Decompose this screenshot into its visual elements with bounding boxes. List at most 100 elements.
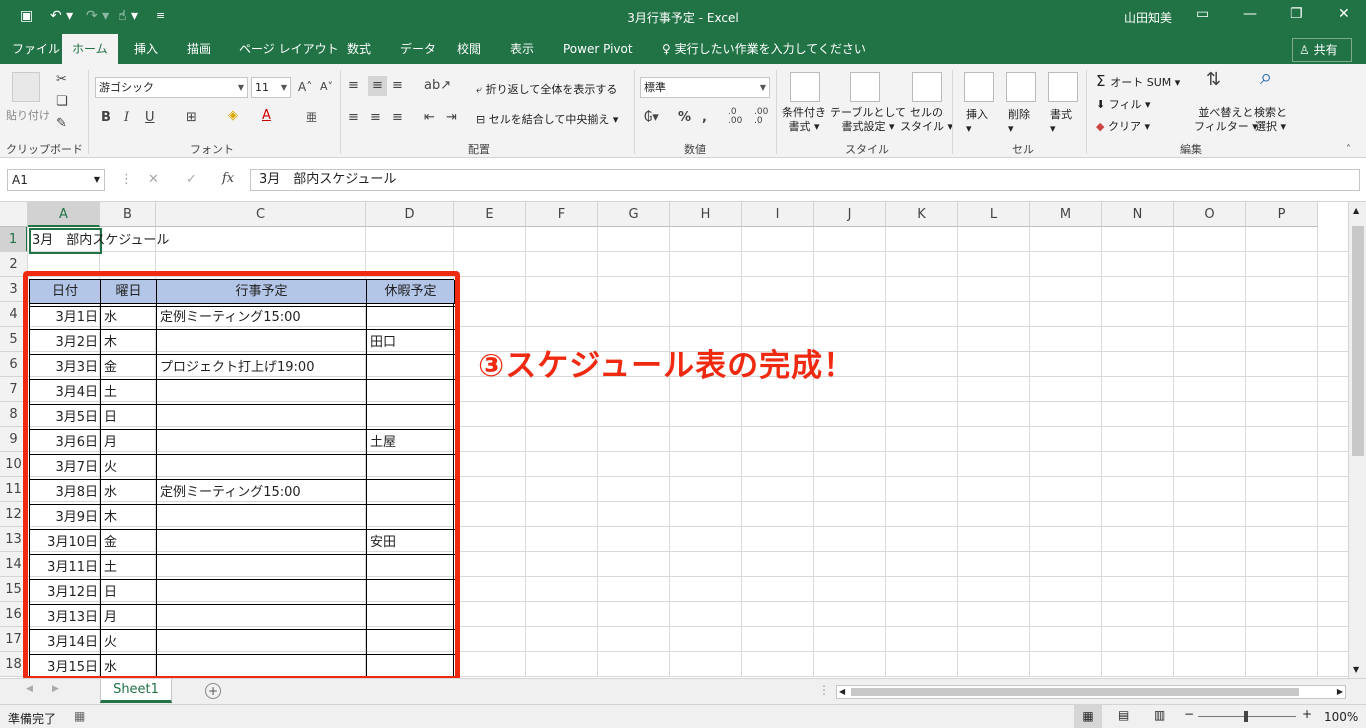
tab-file[interactable]: ファイル [12, 34, 60, 64]
column-header-n[interactable]: N [1102, 202, 1174, 227]
column-header-b[interactable]: B [100, 202, 156, 227]
maximize-icon[interactable]: ❐ [1290, 6, 1303, 22]
sort-filter-icon[interactable]: ⇅ [1206, 71, 1221, 89]
add-sheet-icon[interactable]: + [205, 683, 221, 699]
format-as-table-button[interactable]: テーブルとして 書式設定 ▾ [830, 106, 906, 134]
scroll-down-icon[interactable]: ▼ [1353, 665, 1359, 674]
horizontal-scrollbar[interactable]: ◀ ▶ [836, 685, 1346, 699]
formula-input[interactable]: 3月 部内スケジュール [250, 169, 1360, 191]
zoom-level[interactable]: 100% [1324, 710, 1358, 724]
column-header-j[interactable]: J [814, 202, 886, 227]
split-handle-icon[interactable]: ⋮ [818, 683, 830, 697]
column-header-a[interactable]: A [28, 202, 100, 227]
font-name-combo[interactable]: 游ゴシック ▼ [95, 77, 248, 98]
column-header-p[interactable]: P [1246, 202, 1318, 227]
delete-cells-icon[interactable] [1006, 72, 1036, 102]
clipboard-icon[interactable] [12, 72, 40, 102]
column-header-k[interactable]: K [886, 202, 958, 227]
tab-home[interactable]: ホーム [62, 34, 118, 64]
format-as-table-icon[interactable] [850, 72, 880, 102]
orientation-icon[interactable]: ab↗ [424, 78, 451, 94]
tab-draw[interactable]: 描画 [187, 34, 211, 64]
normal-view-icon[interactable]: ▦ [1074, 705, 1102, 728]
font-color-icon[interactable]: A [262, 108, 271, 124]
next-sheet-icon[interactable]: ▶ [52, 684, 59, 694]
column-header-d[interactable]: D [366, 202, 454, 227]
name-box[interactable]: A1 ▼ [7, 169, 105, 191]
merge-center-button[interactable]: ⊟ セルを結合して中央揃え ▾ [476, 111, 618, 127]
increase-font-icon[interactable]: A˄ [298, 79, 312, 95]
copy-icon[interactable]: ❏ [56, 94, 68, 110]
phonetic-guide-icon[interactable]: 亜 [306, 110, 317, 126]
prev-sheet-icon[interactable]: ◀ [26, 684, 33, 694]
horizontal-scroll-thumb[interactable] [851, 688, 1299, 696]
cell-styles-icon[interactable] [912, 72, 942, 102]
italic-button[interactable]: I [124, 110, 129, 126]
number-format-combo[interactable]: 標準 ▼ [640, 77, 770, 98]
column-header-e[interactable]: E [454, 202, 526, 227]
decrease-font-icon[interactable]: A˅ [320, 79, 333, 95]
align-left-icon[interactable]: ≡ [348, 110, 359, 126]
currency-icon[interactable]: ₲▾ [644, 110, 659, 126]
format-painter-icon[interactable]: ✎ [56, 116, 67, 132]
vertical-scroll-thumb[interactable] [1352, 226, 1364, 456]
tab-review[interactable]: 校閲 [457, 34, 481, 64]
format-cells-icon[interactable] [1048, 72, 1078, 102]
format-cells-button[interactable]: 書式 ▾ [1050, 106, 1072, 135]
tab-page-layout[interactable]: ページ レイアウト [239, 34, 339, 64]
page-layout-view-icon[interactable]: ▤ [1118, 708, 1129, 722]
enter-icon[interactable]: ✓ [186, 172, 197, 188]
column-header-i[interactable]: I [742, 202, 814, 227]
minimize-icon[interactable]: — [1243, 6, 1257, 22]
cell-styles-button[interactable]: セルの スタイル ▾ [900, 106, 953, 134]
zoom-slider-thumb[interactable] [1244, 711, 1248, 722]
tab-data[interactable]: データ [400, 34, 436, 64]
bold-button[interactable]: B [101, 110, 111, 126]
tab-power-pivot[interactable]: Power Pivot [563, 34, 633, 64]
page-break-view-icon[interactable]: ▥ [1154, 708, 1165, 722]
comma-style-icon[interactable]: , [702, 110, 707, 126]
find-select-button[interactable]: 検索と 選択 ▾ [1254, 106, 1287, 134]
wrap-text-button[interactable]: ⤶ 折り返して全体を表示する [476, 81, 617, 97]
vertical-scrollbar[interactable]: ▲ ▼ [1348, 202, 1366, 678]
align-bottom-icon[interactable]: ≡ [392, 78, 403, 94]
column-header-m[interactable]: M [1030, 202, 1102, 227]
align-top-icon[interactable]: ≡ [348, 78, 359, 94]
increase-indent-icon[interactable]: ⇥ [446, 110, 457, 126]
scroll-left-icon[interactable]: ◀ [839, 687, 845, 696]
tab-formulas[interactable]: 数式 [347, 34, 371, 64]
zoom-out-icon[interactable]: − [1184, 707, 1194, 721]
delete-cells-button[interactable]: 削除 ▾ [1008, 106, 1030, 135]
column-header-g[interactable]: G [598, 202, 670, 227]
find-icon[interactable]: ⌕ [1260, 67, 1272, 89]
insert-cells-icon[interactable] [964, 72, 994, 102]
tell-me-box[interactable]: ♀ 実行したい作業を入力してください [662, 34, 866, 64]
align-middle-icon[interactable]: ≡ [368, 76, 387, 96]
sort-filter-button[interactable]: 並べ替えと フィルター ▾ [1194, 106, 1258, 134]
tab-insert[interactable]: 挿入 [134, 34, 158, 64]
paste-button[interactable]: 貼り付け [6, 107, 50, 123]
align-center-icon[interactable]: ≡ [370, 110, 381, 126]
align-right-icon[interactable]: ≡ [392, 110, 403, 126]
column-header-h[interactable]: H [670, 202, 742, 227]
decrease-indent-icon[interactable]: ⇤ [424, 110, 435, 126]
autosum-button[interactable]: Σ オート SUM ▾ [1096, 72, 1180, 90]
fill-color-icon[interactable]: ◈ [228, 108, 238, 124]
insert-cells-button[interactable]: 挿入 ▾ [966, 106, 988, 135]
conditional-format-button[interactable]: 条件付き 書式 ▾ [782, 106, 826, 134]
macro-record-icon[interactable]: ▦ [74, 709, 85, 723]
share-button[interactable]: ♙ 共有 [1292, 38, 1352, 62]
underline-button[interactable]: U [145, 110, 155, 126]
select-all-corner[interactable] [0, 202, 28, 227]
percent-button[interactable]: % [678, 110, 691, 126]
fill-button[interactable]: ⬇ フィル ▾ [1096, 96, 1151, 112]
zoom-in-icon[interactable]: + [1302, 707, 1312, 721]
column-header-o[interactable]: O [1174, 202, 1246, 227]
scroll-up-icon[interactable]: ▲ [1353, 206, 1359, 215]
tab-view[interactable]: 表示 [510, 34, 534, 64]
cell-a1[interactable]: 3月 部内スケジュール [29, 228, 172, 253]
column-header-l[interactable]: L [958, 202, 1030, 227]
sheet-tab-sheet1[interactable]: Sheet1 [100, 679, 172, 703]
collapse-ribbon-icon[interactable]: ˄ [1346, 142, 1351, 158]
scroll-right-icon[interactable]: ▶ [1337, 687, 1343, 696]
